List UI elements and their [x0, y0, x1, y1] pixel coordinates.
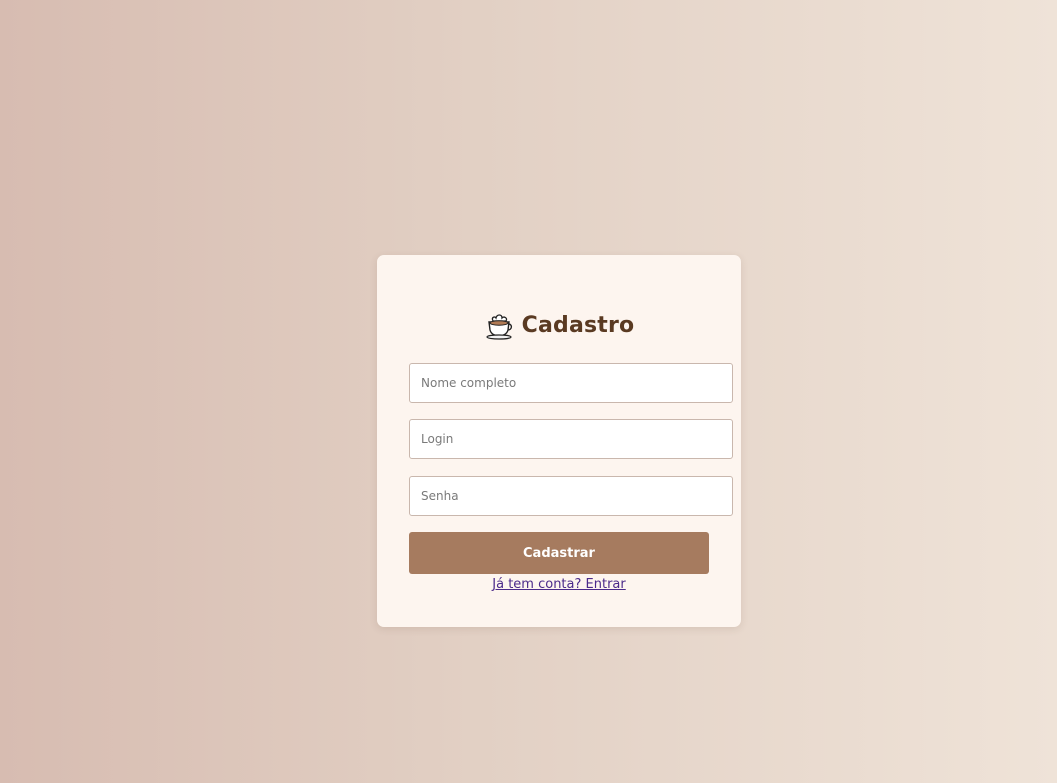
- register-button[interactable]: Cadastrar: [409, 532, 709, 574]
- card-header: Cadastro: [377, 308, 741, 342]
- page-title: Cadastro: [521, 312, 635, 338]
- login-link[interactable]: Já tem conta? Entrar: [409, 577, 709, 592]
- password-input[interactable]: [409, 476, 733, 516]
- register-card: Cadastro Cadastrar Já tem conta? Entrar: [377, 255, 741, 627]
- coffee-cup-icon: [484, 310, 514, 340]
- full-name-input[interactable]: [409, 363, 733, 403]
- login-input[interactable]: [409, 419, 733, 459]
